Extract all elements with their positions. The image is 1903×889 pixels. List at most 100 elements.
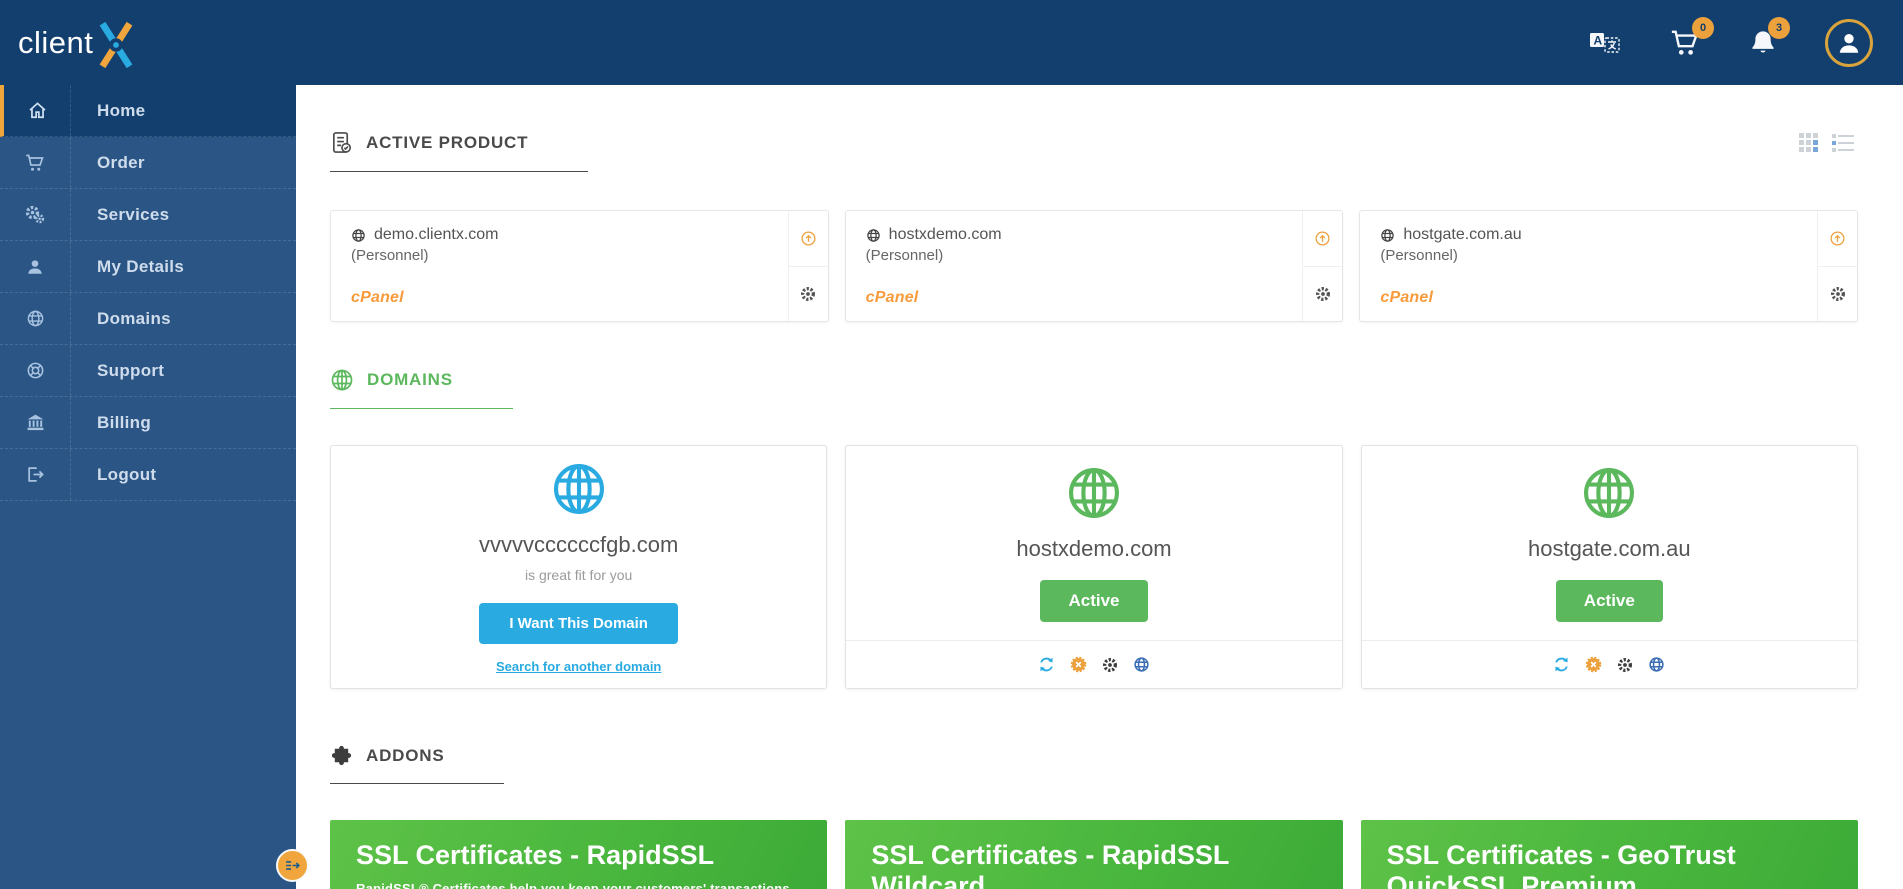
want-this-domain-button[interactable]: I Want This Domain	[479, 603, 678, 644]
sidebar-item-home[interactable]: Home	[0, 85, 296, 137]
search-another-domain-link[interactable]: Search for another domain	[496, 659, 661, 674]
product-card-main: hostxdemo.com (Personnel) cPanel	[846, 211, 1303, 321]
cart-button[interactable]: 0	[1669, 28, 1701, 58]
sidebar-item-logout[interactable]: Logout	[0, 449, 296, 501]
notifications-button[interactable]: 3	[1749, 28, 1777, 58]
addon-title: SSL Certificates - GeoTrust QuickSSL Pre…	[1387, 840, 1832, 889]
globe-icon	[351, 228, 366, 243]
globe-icon	[550, 460, 608, 518]
user-avatar[interactable]	[1825, 19, 1873, 67]
product-plan: (Personnel)	[351, 247, 770, 264]
sidebar-item-domains[interactable]: Domains	[0, 293, 296, 345]
product-card-actions	[1302, 211, 1342, 321]
brand-text: client	[18, 25, 93, 61]
manage-button[interactable]	[1102, 657, 1118, 673]
upgrade-button[interactable]	[1818, 211, 1857, 267]
nameservers-button[interactable]	[1648, 656, 1665, 673]
home-icon	[4, 85, 71, 136]
globe-icon	[1065, 464, 1123, 522]
section-title: DOMAINS	[367, 370, 453, 390]
domain-card-active: hostgate.com.au Active	[1361, 445, 1858, 689]
domain-card-footer	[846, 640, 1341, 688]
domain-name: hostxdemo.com	[1016, 536, 1171, 562]
sidebar-item-order[interactable]: Order	[0, 137, 296, 189]
view-toggles	[1799, 133, 1855, 154]
list-view-icon[interactable]	[1832, 133, 1855, 154]
section-header-domains: DOMAINS	[330, 368, 513, 409]
nameservers-button[interactable]	[1133, 656, 1150, 673]
clipboard-check-icon	[330, 130, 353, 155]
renew-button[interactable]	[1553, 656, 1570, 673]
sidebar-collapse-button[interactable]	[276, 849, 309, 882]
domain-card-suggestion: vvvvvccccccfgb.com is great fit for you …	[330, 445, 827, 689]
product-plan: (Personnel)	[866, 247, 1285, 264]
sidebar-item-billing[interactable]: Billing	[0, 397, 296, 449]
domain-card-footer	[1362, 640, 1857, 688]
cancel-circle-icon	[1585, 656, 1602, 673]
sidebar-item-support[interactable]: Support	[0, 345, 296, 397]
suggested-domain-name: vvvvvccccccfgb.com	[479, 532, 678, 558]
gear-icon	[1102, 657, 1118, 673]
product-card-actions	[1817, 211, 1857, 321]
settings-button[interactable]	[789, 267, 828, 322]
product-domain: hostgate.com.au	[1403, 226, 1521, 244]
section-title: ACTIVE PRODUCT	[366, 133, 528, 153]
globe-icon	[1648, 656, 1665, 673]
globe-icon	[0, 293, 71, 344]
brand-logo[interactable]: client	[18, 12, 145, 74]
sidebar-item-label: My Details	[71, 241, 184, 292]
addon-card[interactable]: SSL Certificates - RapidSSL Wildcard Rap…	[845, 820, 1342, 889]
sidebar-item-services[interactable]: Services	[0, 189, 296, 241]
product-card: hostxdemo.com (Personnel) cPanel	[845, 210, 1344, 322]
product-domain: demo.clientx.com	[374, 226, 499, 244]
sidebar: Home Order Services	[0, 85, 296, 889]
lifering-icon	[0, 345, 71, 396]
product-card-main: demo.clientx.com (Personnel) cPanel	[331, 211, 788, 321]
cancel-button[interactable]	[1585, 656, 1602, 673]
gear-icon	[1617, 657, 1633, 673]
sidebar-item-label: Support	[71, 345, 164, 396]
circle-up-arrow-icon	[1314, 230, 1331, 247]
upgrade-button[interactable]	[789, 211, 828, 267]
topbar: client A 0	[0, 0, 1903, 85]
globe-icon	[330, 368, 354, 392]
user-icon	[1836, 30, 1862, 56]
sidebar-item-label: Logout	[71, 449, 156, 500]
product-card-main: hostgate.com.au (Personnel) cPanel	[1360, 211, 1817, 321]
renew-button[interactable]	[1038, 656, 1055, 673]
brand-x-logo	[87, 16, 145, 74]
circle-up-arrow-icon	[800, 230, 817, 247]
sync-icon	[1553, 656, 1570, 673]
upgrade-button[interactable]	[1303, 211, 1342, 267]
globe-icon	[1380, 228, 1395, 243]
addon-description: RapidSSL® Certificates help you keep you…	[356, 881, 801, 889]
domain-name: hostgate.com.au	[1528, 536, 1691, 562]
cancel-circle-icon	[1070, 656, 1087, 673]
svg-text:A: A	[1594, 33, 1603, 47]
sidebar-item-label: Domains	[71, 293, 171, 344]
arrow-right-icon	[284, 857, 301, 874]
sidebar-item-label: Home	[71, 85, 145, 136]
section-header-active-product: ACTIVE PRODUCT	[330, 130, 588, 172]
cancel-button[interactable]	[1070, 656, 1087, 673]
product-domain: hostxdemo.com	[889, 226, 1002, 244]
product-card: demo.clientx.com (Personnel) cPanel	[330, 210, 829, 322]
translate-icon[interactable]: A	[1589, 30, 1621, 56]
notifications-badge: 3	[1768, 17, 1790, 39]
domain-status-badge[interactable]: Active	[1556, 580, 1663, 622]
section-title: ADDONS	[366, 746, 444, 766]
settings-button[interactable]	[1818, 267, 1857, 322]
user-icon	[0, 241, 71, 292]
addon-title: SSL Certificates - RapidSSL	[356, 840, 801, 871]
addon-card[interactable]: SSL Certificates - GeoTrust QuickSSL Pre…	[1361, 820, 1858, 889]
active-product-cards: demo.clientx.com (Personnel) cPanel	[330, 210, 1858, 322]
domain-status-badge[interactable]: Active	[1040, 580, 1147, 622]
sidebar-item-my-details[interactable]: My Details	[0, 241, 296, 293]
manage-button[interactable]	[1617, 657, 1633, 673]
gear-icon	[1830, 286, 1846, 302]
settings-button[interactable]	[1303, 267, 1342, 322]
grid-view-icon[interactable]	[1799, 133, 1820, 154]
domain-card-active: hostxdemo.com Active	[845, 445, 1342, 689]
topbar-actions: A 0 3	[1589, 19, 1873, 67]
addon-card[interactable]: SSL Certificates - RapidSSL RapidSSL® Ce…	[330, 820, 827, 889]
